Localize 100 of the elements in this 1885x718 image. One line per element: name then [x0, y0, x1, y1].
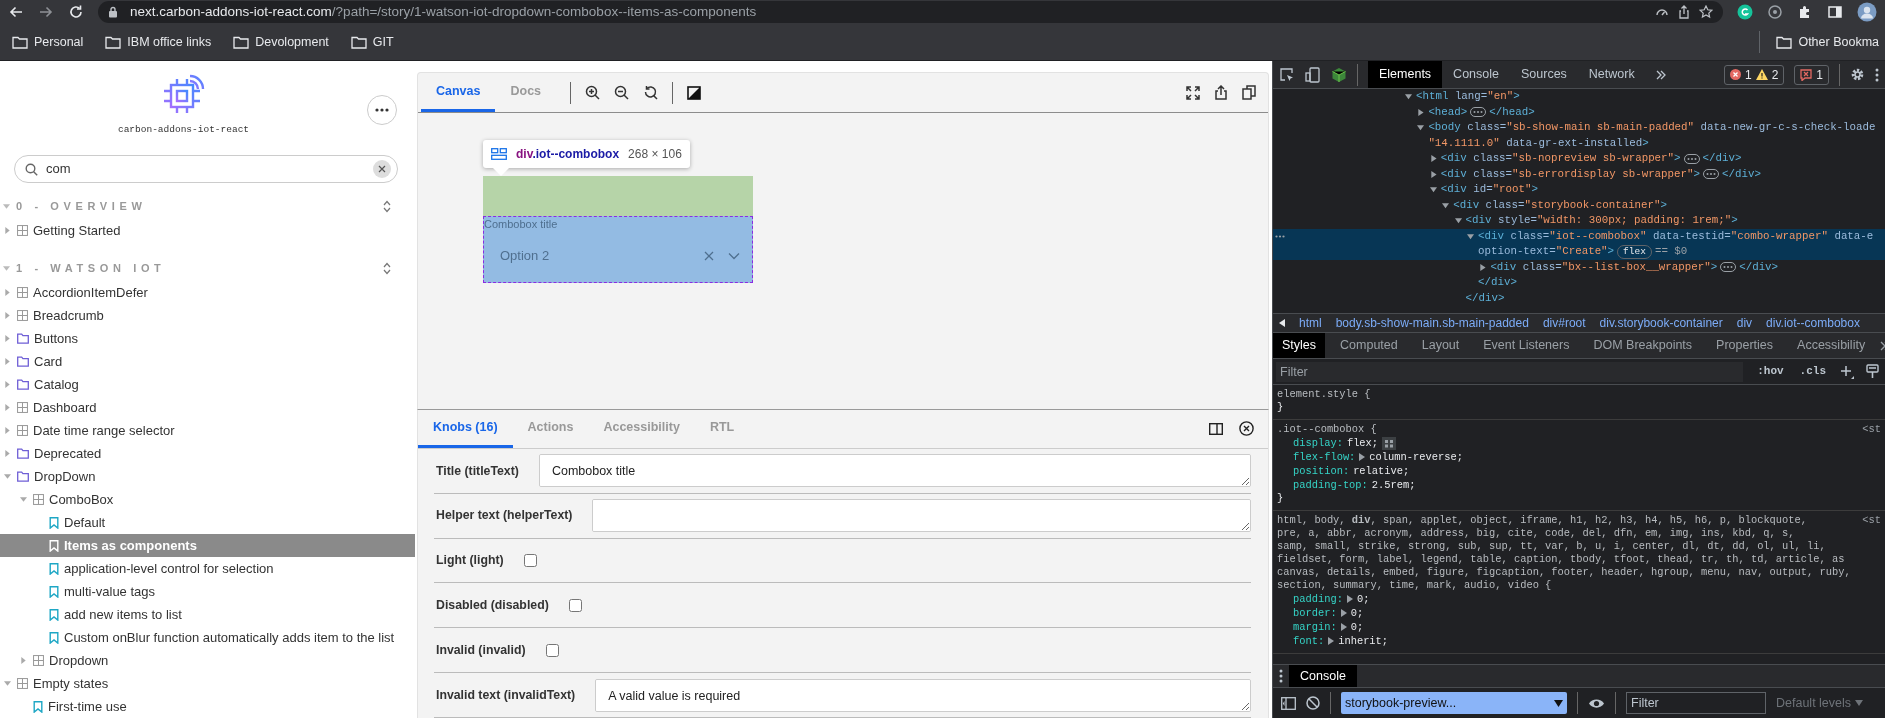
knob-field[interactable]: [592, 499, 1251, 533]
dom-line[interactable]: <html lang="en">: [1416, 89, 1520, 105]
styles-tab[interactable]: Styles: [1273, 333, 1326, 358]
tree-item[interactable]: application-level control for selection: [0, 557, 415, 580]
dom-line[interactable]: <div class="iot--combobox" data-testid="combo-wrapper" data-e: [1478, 228, 1874, 244]
cube-icon[interactable]: [1331, 66, 1347, 83]
styles-tab[interactable]: Computed: [1331, 333, 1407, 358]
share-icon[interactable]: [1214, 85, 1228, 100]
more-tabs-icon[interactable]: [1655, 69, 1666, 80]
tree-item[interactable]: add new items to list: [0, 603, 415, 626]
forward-icon[interactable]: [38, 4, 54, 20]
dom-path-crumb[interactable]: div: [1736, 314, 1753, 332]
dom-line[interactable]: </div>: [1465, 290, 1505, 306]
device-icon[interactable]: [1305, 66, 1321, 83]
clear-search-button[interactable]: [373, 160, 391, 178]
dom-line[interactable]: <div class="sb-nopreview sb-wrapper">: [1440, 151, 1681, 167]
knob-checkbox[interactable]: [568, 598, 582, 612]
caret-down-icon[interactable]: [1442, 201, 1450, 209]
cls-toggle[interactable]: .cls: [1797, 363, 1828, 380]
clear-icon[interactable]: [704, 251, 714, 261]
tree-item[interactable]: Card: [0, 350, 415, 373]
knob-field[interactable]: A valid value is required: [595, 678, 1251, 712]
contrast-icon[interactable]: [687, 85, 702, 100]
tree-item[interactable]: Catalog: [0, 373, 415, 396]
caret-down-icon[interactable]: [1429, 186, 1437, 194]
tree-item[interactable]: Dropdown: [0, 649, 415, 672]
devtools-tab[interactable]: Network: [1577, 61, 1646, 88]
dom-line[interactable]: <div class="bx--list-box__wrapper">: [1490, 259, 1718, 275]
zoom-out-icon[interactable]: [614, 85, 630, 100]
caret-right-icon[interactable]: [1429, 170, 1437, 178]
canvas-tab[interactable]: Canvas: [421, 73, 496, 112]
menu-icon[interactable]: [1279, 669, 1283, 683]
caret-down-icon[interactable]: [1467, 232, 1474, 240]
tree-item[interactable]: DropDown: [0, 465, 415, 488]
bookmark-folder[interactable]: Personal: [6, 30, 90, 54]
dom-line[interactable]: <div class="storybook-container">: [1453, 197, 1668, 213]
stylesheet-link[interactable]: <st: [1862, 423, 1881, 436]
ellipsis-pill-icon[interactable]: [1720, 262, 1737, 273]
caret-down-icon[interactable]: [1454, 217, 1462, 225]
settings-icon[interactable]: [1850, 67, 1865, 82]
dom-line[interactable]: </div>: [1739, 259, 1779, 275]
dom-line[interactable]: <body class="sb-show-main sb-main-padded" data-new-gr-c-s-check-loade: [1428, 120, 1876, 136]
caret-right-icon[interactable]: [1429, 155, 1437, 163]
tree-item[interactable]: Breadcrumb: [0, 304, 415, 327]
context-select[interactable]: storybook-preview...: [1341, 692, 1567, 714]
knob-checkbox[interactable]: [523, 554, 537, 567]
copy-icon[interactable]: [1242, 85, 1256, 100]
bookmark-folder[interactable]: Devolopment: [227, 30, 335, 54]
issues-button[interactable]: 1: [1794, 64, 1829, 85]
tree-item[interactable]: ComboBox: [0, 488, 415, 511]
star-icon[interactable]: [1699, 5, 1713, 19]
block-icon[interactable]: [1306, 696, 1320, 710]
console-filter-field[interactable]: Filter: [1626, 692, 1766, 714]
hov-toggle[interactable]: :hov: [1755, 363, 1786, 380]
sidebar-icon[interactable]: [1827, 4, 1843, 20]
dom-line[interactable]: option-text="Create">: [1478, 244, 1615, 260]
new-rule-icon[interactable]: [1840, 364, 1854, 379]
dom-line[interactable]: </div>: [1722, 166, 1761, 182]
styles-tab[interactable]: DOM Breakpoints: [1584, 333, 1702, 358]
zoom-in-icon[interactable]: [585, 85, 601, 100]
bookmark-folder[interactable]: IBM office links: [99, 30, 218, 54]
dom-line[interactable]: "14.1111.0" data-gr-ext-installed>: [1428, 135, 1649, 151]
sidebar-toggle-icon[interactable]: [1281, 696, 1296, 710]
dom-path-crumb[interactable]: div.storybook-container: [1599, 314, 1723, 332]
tree-item[interactable]: multi-value tags: [0, 580, 415, 603]
brush-icon[interactable]: [1866, 364, 1879, 379]
fullscreen-icon[interactable]: [1186, 85, 1200, 100]
reload-icon[interactable]: [68, 4, 84, 20]
drawer-tab[interactable]: Console: [1289, 665, 1357, 687]
close-icon[interactable]: [1239, 421, 1254, 437]
tree-item[interactable]: Deprecated: [0, 442, 415, 465]
ellipsis-icon[interactable]: [1275, 234, 1285, 238]
addon-tab[interactable]: Knobs (16): [418, 410, 513, 448]
dom-line[interactable]: <div style="width: 300px; padding: 1rem;">: [1465, 213, 1738, 229]
tree-item[interactable]: Default: [0, 511, 415, 534]
dom-path-crumb[interactable]: div.iot--combobox: [1766, 314, 1860, 332]
console-counts-button[interactable]: 1 2: [1723, 64, 1785, 85]
expand-collapse-icon[interactable]: [383, 261, 391, 275]
styles-tab[interactable]: Layout: [1412, 333, 1469, 358]
menu-icon[interactable]: [1875, 67, 1879, 82]
dom-path-crumb[interactable]: div#root: [1542, 314, 1586, 332]
devtools-tab[interactable]: Elements: [1368, 61, 1443, 88]
caret-right-icon[interactable]: [1479, 263, 1487, 271]
search-input[interactable]: com: [46, 159, 365, 179]
panel-toggle-icon[interactable]: [1209, 422, 1223, 435]
bookmark-folder[interactable]: Other Bookma: [1770, 30, 1879, 54]
expand-collapse-icon[interactable]: [383, 199, 391, 213]
dom-line[interactable]: <div id="root">: [1440, 182, 1538, 198]
dom-line[interactable]: <div class="sb-errordisplay sb-wrapper">: [1440, 166, 1700, 182]
share-icon[interactable]: [1677, 5, 1691, 19]
devtools-tab[interactable]: Sources: [1510, 61, 1578, 88]
dom-line[interactable]: </div>: [1702, 151, 1742, 167]
extension-icon[interactable]: [1737, 4, 1753, 20]
dom-line[interactable]: </div>: [1478, 275, 1517, 291]
styles-tab[interactable]: Event Listeners: [1474, 333, 1579, 358]
styles-tab[interactable]: Properties: [1707, 333, 1783, 358]
back-icon[interactable]: [8, 4, 24, 20]
dom-line[interactable]: </head>: [1489, 104, 1535, 120]
ellipsis-pill-icon[interactable]: [1683, 153, 1700, 164]
tree-item[interactable]: First-time use: [0, 695, 415, 718]
